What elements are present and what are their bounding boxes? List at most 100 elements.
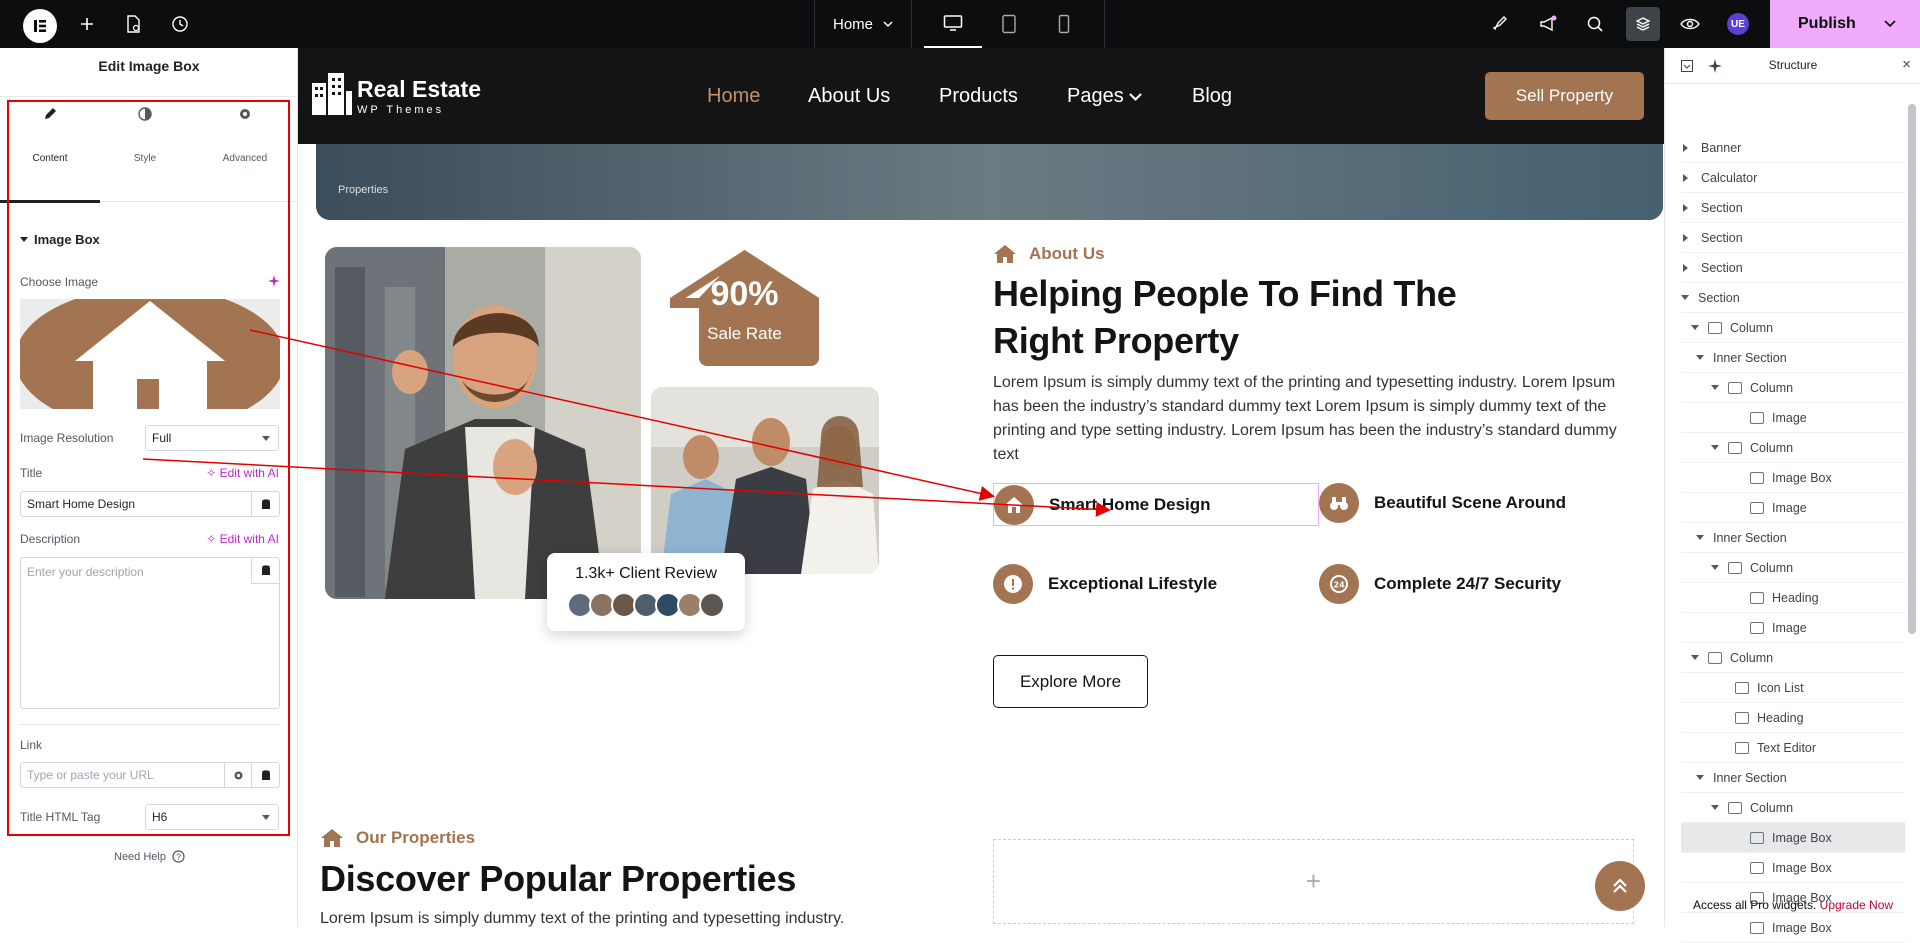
explore-more-button[interactable]: Explore More — [993, 655, 1148, 708]
structure-item-image-box[interactable]: Image Box — [1681, 913, 1905, 943]
publish-button[interactable]: Publish — [1770, 0, 1920, 48]
nav-home[interactable]: Home — [707, 85, 760, 108]
ibox-icon — [1750, 831, 1764, 844]
caret-icon[interactable] — [1711, 445, 1719, 454]
structure-item-section[interactable]: Section — [1681, 223, 1905, 253]
caret-icon[interactable] — [1696, 355, 1704, 364]
caret-icon[interactable] — [1691, 325, 1699, 334]
nav-pages[interactable]: Pages — [1067, 85, 1143, 108]
section-toggle-image-box[interactable]: Image Box — [20, 232, 100, 247]
caret-icon[interactable] — [1681, 295, 1689, 304]
structure-item-image[interactable]: Image — [1681, 613, 1905, 643]
megaphone-icon[interactable] — [1536, 12, 1560, 36]
tab-advanced[interactable]: Advanced — [195, 97, 295, 201]
structure-item-image[interactable]: Image — [1681, 493, 1905, 523]
list-icon — [1735, 681, 1749, 694]
title-html-tag-select[interactable]: H6 — [145, 804, 279, 830]
tablet-icon[interactable] — [980, 0, 1038, 48]
description-textarea[interactable]: Enter your description — [20, 557, 280, 709]
edit-with-ai-title[interactable]: ✧ Edit with AI — [206, 466, 279, 480]
structure-item-calculator[interactable]: Calculator — [1681, 163, 1905, 193]
caret-icon[interactable] — [1711, 565, 1719, 574]
plus-icon[interactable]: + — [1306, 866, 1321, 897]
title-html-tag-label: Title HTML Tag — [20, 810, 101, 824]
elementor-logo-icon[interactable] — [23, 9, 57, 43]
structure-item-image-box[interactable]: Image Box — [1681, 823, 1905, 853]
structure-item-heading[interactable]: Heading — [1681, 583, 1905, 613]
scroll-to-top-button[interactable] — [1595, 861, 1645, 911]
caret-icon[interactable] — [1683, 233, 1692, 242]
dynamic-tags-icon[interactable] — [251, 763, 279, 787]
structure-item-section[interactable]: Section — [1681, 193, 1905, 223]
structure-item-column[interactable]: Column — [1681, 793, 1905, 823]
structure-item-icon-list[interactable]: Icon List — [1681, 673, 1905, 703]
rocket-icon[interactable] — [1488, 12, 1512, 36]
structure-item-heading[interactable]: Heading — [1681, 703, 1905, 733]
add-element-placeholder[interactable]: + — [993, 839, 1634, 924]
desktop-icon[interactable] — [924, 0, 982, 48]
chevron-down-icon[interactable] — [1884, 20, 1896, 28]
preview-eye-icon[interactable] — [1678, 12, 1702, 36]
structure-item-label: Column — [1750, 380, 1794, 395]
image-resolution-select[interactable]: Full — [145, 425, 279, 451]
nav-about-us[interactable]: About Us — [808, 85, 890, 108]
structure-item-banner[interactable]: Banner — [1681, 133, 1905, 163]
structure-item-inner-section[interactable]: Inner Section — [1681, 763, 1905, 793]
structure-item-section[interactable]: Section — [1681, 283, 1905, 313]
structure-item-column[interactable]: Column — [1681, 553, 1905, 583]
structure-item-image[interactable]: Image — [1681, 403, 1905, 433]
structure-item-section[interactable]: Section — [1681, 253, 1905, 283]
page-selector[interactable]: Home — [814, 0, 912, 48]
link-options-gear-icon[interactable] — [224, 763, 252, 787]
caret-icon[interactable] — [1683, 173, 1692, 182]
structure-icon[interactable] — [1626, 7, 1660, 41]
link-input[interactable]: Type or paste your URL — [20, 762, 280, 788]
nav-products[interactable]: Products — [939, 85, 1018, 108]
structure-item-column[interactable]: Column — [1681, 643, 1905, 673]
structure-item-column[interactable]: Column — [1681, 373, 1905, 403]
page-settings-icon[interactable] — [121, 12, 145, 36]
structure-item-inner-section[interactable]: Inner Section — [1681, 523, 1905, 553]
nav-blog[interactable]: Blog — [1192, 85, 1232, 108]
edit-with-ai-description[interactable]: ✧ Edit with AI — [206, 532, 279, 546]
upgrade-link[interactable]: Upgrade Now — [1820, 898, 1893, 912]
dynamic-tags-icon[interactable] — [251, 558, 279, 584]
feature-security[interactable]: 24 Complete 24/7 Security — [1319, 564, 1561, 604]
ai-sparkle-icon[interactable] — [268, 275, 280, 287]
history-icon[interactable] — [168, 12, 192, 36]
ibox-icon — [1750, 861, 1764, 874]
caret-icon[interactable] — [1683, 263, 1692, 272]
structure-item-label: Column — [1750, 440, 1794, 455]
tab-content[interactable]: Content — [0, 97, 100, 203]
caret-icon[interactable] — [1696, 535, 1704, 544]
dynamic-tags-icon[interactable] — [251, 492, 279, 516]
structure-item-column[interactable]: Column — [1681, 433, 1905, 463]
tab-style[interactable]: Style — [95, 97, 195, 201]
caret-icon[interactable] — [1683, 203, 1692, 212]
mobile-icon[interactable] — [1035, 0, 1093, 48]
caret-icon[interactable] — [1711, 805, 1719, 814]
caret-icon[interactable] — [1711, 385, 1719, 394]
structure-item-column[interactable]: Column — [1681, 313, 1905, 343]
brand-name[interactable]: Real Estate — [357, 76, 481, 103]
title-input[interactable]: Smart Home Design — [20, 491, 280, 517]
structure-scrollbar[interactable] — [1908, 104, 1916, 634]
need-help-link[interactable]: Need Help? — [114, 850, 185, 863]
close-icon[interactable]: × — [1902, 56, 1911, 73]
image-preview[interactable] — [20, 299, 280, 409]
feature-exceptional-lifestyle[interactable]: Exceptional Lifestyle — [993, 564, 1217, 604]
structure-item-image-box[interactable]: Image Box — [1681, 463, 1905, 493]
feature-beautiful-scene[interactable]: Beautiful Scene Around — [1319, 483, 1566, 523]
caret-icon[interactable] — [1691, 655, 1699, 664]
caret-icon[interactable] — [1696, 775, 1704, 784]
structure-item-inner-section[interactable]: Inner Section — [1681, 343, 1905, 373]
user-avatar[interactable]: UE — [1727, 13, 1749, 35]
gear-icon — [240, 109, 250, 119]
sell-property-button[interactable]: Sell Property — [1485, 72, 1644, 120]
caret-icon[interactable] — [1683, 143, 1692, 152]
structure-item-text-editor[interactable]: Text Editor — [1681, 733, 1905, 763]
feature-smart-home-design[interactable]: Smart Home Design — [993, 483, 1319, 526]
plus-icon[interactable] — [75, 12, 99, 36]
structure-item-image-box[interactable]: Image Box — [1681, 853, 1905, 883]
search-icon[interactable] — [1583, 12, 1607, 36]
